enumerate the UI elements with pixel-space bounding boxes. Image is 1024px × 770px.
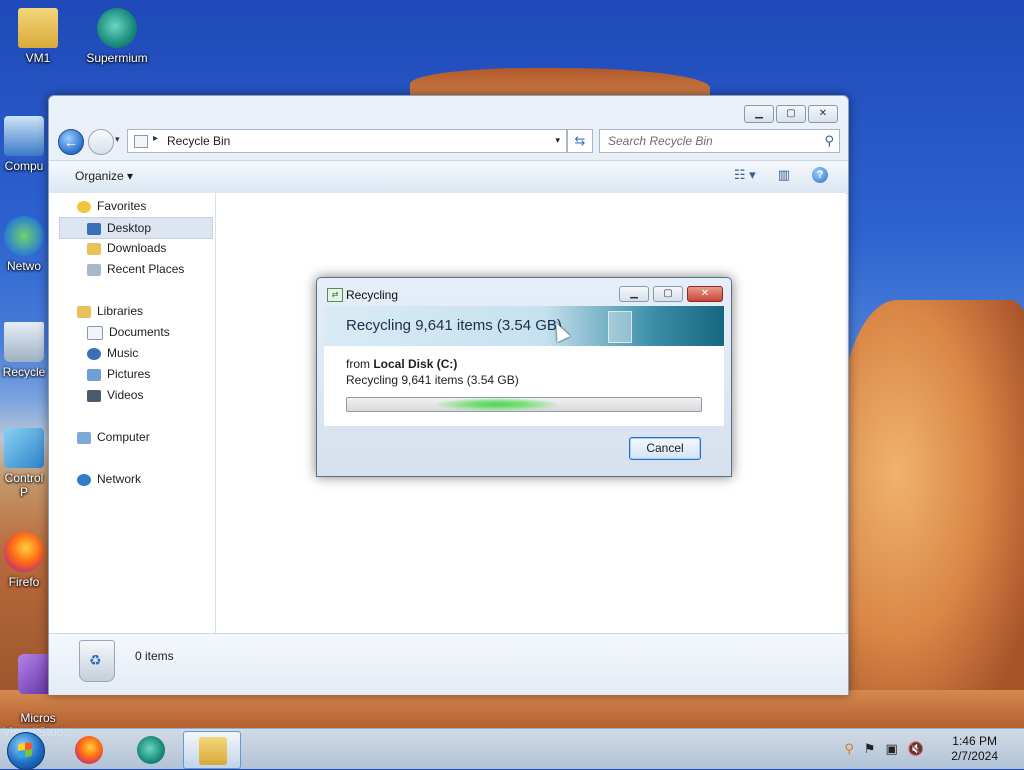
nav-computer[interactable]: Computer (77, 427, 150, 447)
folder-user-icon (18, 8, 58, 48)
supermium-icon (97, 8, 137, 48)
nav-recent-places[interactable]: Recent Places (87, 259, 184, 279)
dialog-body: from Local Disk (C:) Recycling 9,641 ite… (324, 346, 724, 426)
nav-videos[interactable]: Videos (87, 385, 143, 405)
navigation-pane: Favorites Desktop Downloads Recent Place… (49, 193, 216, 633)
dialog-header: Recycling 9,641 items (3.54 GB) (324, 306, 724, 346)
dialog-close-button[interactable]: ✕ (687, 286, 723, 302)
desktop-icon-recycle-bin[interactable]: Recycle (0, 322, 48, 379)
nav-favorites[interactable]: Favorites (77, 196, 146, 216)
taskbar-explorer[interactable] (183, 731, 241, 769)
details-pane: 0 items (49, 633, 848, 695)
nav-pictures[interactable]: Pictures (87, 364, 150, 384)
search-icon[interactable]: ⚲ (844, 741, 854, 757)
back-button[interactable]: ← (58, 129, 84, 155)
nav-desktop[interactable]: Desktop (59, 217, 213, 239)
recent-pages-dropdown[interactable]: ▾ (115, 134, 120, 145)
search-icon[interactable]: ⚲ (824, 133, 834, 149)
control-panel-icon (4, 428, 44, 468)
desktop-icon (87, 222, 101, 235)
dialog-minimize-button[interactable]: ▁ (619, 286, 649, 302)
flag-icon[interactable]: ⚑ (864, 741, 876, 757)
address-dropdown-icon[interactable]: ▾ (555, 135, 560, 146)
recycle-bin-small-icon (134, 135, 148, 148)
network-small-icon (77, 473, 91, 486)
search-box[interactable]: Search Recycle Bin ⚲ (599, 129, 840, 153)
dialog-title: Recycling (346, 288, 399, 302)
desktop-icon-network[interactable]: Netwo (0, 216, 48, 273)
clock[interactable]: 1:46 PM 2/7/2024 (951, 734, 998, 764)
desktop-icon-supermium[interactable]: Supermium (81, 8, 153, 65)
source-location: Local Disk (C:) (373, 357, 458, 371)
clock-time: 1:46 PM (952, 734, 997, 748)
navigation-bar: ← ▾ ▸ Recycle Bin ▾ ⇆ Search Recycle Bin… (49, 126, 848, 156)
source-line: from Local Disk (C:) (346, 357, 458, 371)
desktop-icon-control-panel[interactable]: Control P (0, 428, 48, 499)
downloads-icon (87, 242, 101, 255)
videos-icon (87, 389, 101, 402)
supermium-icon (137, 736, 165, 764)
item-count: 0 items (135, 649, 174, 663)
maximize-button[interactable]: ▢ (776, 105, 806, 123)
computer-small-icon (77, 431, 91, 444)
firefox-icon (75, 736, 103, 764)
dialog-maximize-button[interactable]: ▢ (653, 286, 683, 302)
desktop-icon-firefox[interactable]: Firefo (0, 532, 48, 589)
close-button[interactable]: ✕ (808, 105, 838, 123)
recycle-bin-icon (79, 640, 115, 682)
recycling-title-icon: ⇄ (327, 288, 343, 302)
nav-documents[interactable]: Documents (87, 322, 170, 342)
help-icon[interactable]: ? (812, 167, 828, 183)
libraries-icon (77, 305, 91, 318)
start-button[interactable] (7, 732, 45, 770)
nav-music[interactable]: Music (87, 343, 138, 363)
desktop-icon-computer[interactable]: Compu (0, 116, 48, 173)
network-icon (4, 216, 44, 256)
network-icon[interactable]: ▣ (886, 741, 898, 757)
wallpaper-ground (0, 690, 1024, 730)
firefox-icon (4, 532, 44, 572)
nav-downloads[interactable]: Downloads (87, 238, 166, 258)
wallpaper-arch (840, 300, 1024, 730)
view-options-icon[interactable]: ☷ ▾ (734, 167, 756, 183)
back-arrow-icon: ← (64, 134, 78, 150)
dialog-heading: Recycling 9,641 items (3.54 GB) (346, 317, 562, 334)
glass-pane-decoration (608, 311, 632, 343)
command-bar: Organize ▾ ☷ ▾ ▥ ? (49, 160, 848, 194)
address-bar[interactable]: ▸ Recycle Bin ▾ (127, 129, 567, 153)
nav-libraries[interactable]: Libraries (77, 301, 143, 321)
desktop-icon-vm1[interactable]: VM1 (2, 8, 74, 65)
window-controls: ▁ ▢ ✕ (744, 105, 838, 123)
search-input[interactable]: Search Recycle Bin (608, 134, 713, 148)
music-icon (87, 347, 101, 360)
progress-marquee (437, 398, 557, 411)
taskbar-supermium[interactable] (122, 731, 178, 767)
explorer-icon (199, 737, 227, 765)
volume-muted-icon[interactable]: 🔇 (908, 741, 924, 757)
documents-icon (87, 325, 103, 340)
system-tray: ⚲ ⚑ ▣ 🔇 (844, 741, 924, 757)
breadcrumb-separator[interactable]: ▸ (153, 133, 158, 144)
organize-button[interactable]: Organize ▾ (75, 169, 133, 183)
computer-icon (4, 116, 44, 156)
nav-network[interactable]: Network (77, 469, 141, 489)
recycling-dialog: ⇄ Recycling ▁ ▢ ✕ Recycling 9,641 items … (316, 277, 732, 477)
refresh-button[interactable]: ⇆ (567, 129, 593, 153)
taskbar: ⚲ ⚑ ▣ 🔇 1:46 PM 2/7/2024 (0, 728, 1024, 770)
recent-places-icon (87, 263, 101, 276)
pictures-icon (87, 368, 101, 381)
star-icon (77, 200, 91, 213)
progress-detail: Recycling 9,641 items (3.54 GB) (346, 373, 519, 387)
preview-pane-icon[interactable]: ▥ (778, 167, 790, 183)
recycle-bin-icon (4, 322, 44, 362)
dialog-window-controls: ▁ ▢ ✕ (619, 286, 723, 302)
taskbar-firefox[interactable] (60, 731, 116, 767)
refresh-icon: ⇆ (574, 133, 586, 148)
cancel-button[interactable]: Cancel (629, 437, 701, 460)
progress-bar (346, 397, 702, 412)
minimize-button[interactable]: ▁ (744, 105, 774, 123)
forward-button[interactable] (88, 129, 114, 155)
clock-date: 2/7/2024 (951, 749, 998, 763)
breadcrumb[interactable]: Recycle Bin (167, 134, 230, 148)
